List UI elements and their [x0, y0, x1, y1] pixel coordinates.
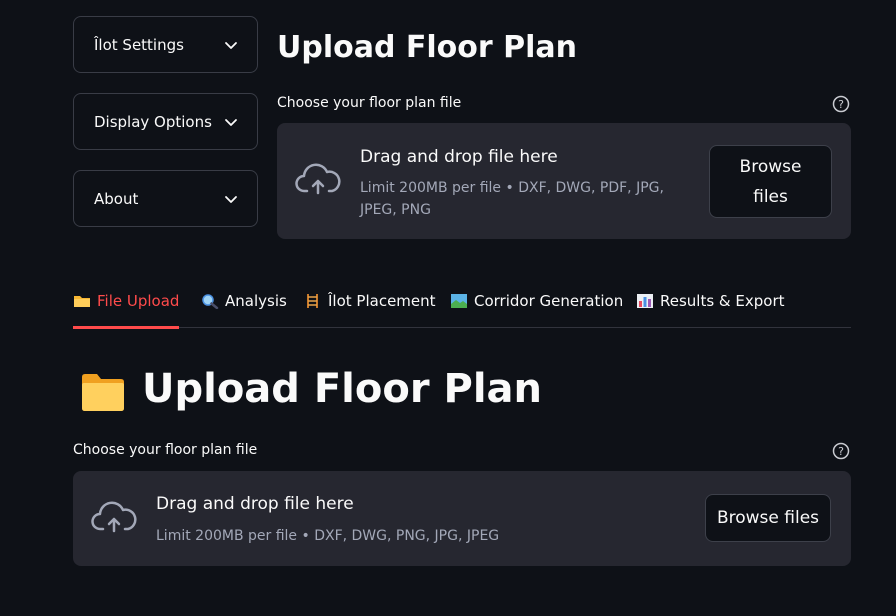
tab-label: File Upload: [97, 292, 180, 310]
section-title: Upload Floor Plan: [142, 366, 542, 412]
dropzone-limit-text: Limit 200MB per file • DXF, DWG, PNG, JP…: [156, 528, 500, 544]
expander-display-options[interactable]: Display Options: [73, 93, 258, 150]
bar-chart-icon: [637, 294, 653, 308]
tab-label: Results & Export: [660, 292, 785, 310]
dropzone-limit-text: Limit 200MB per file • DXF, DWG, PDF, JP…: [360, 180, 664, 218]
expander-label: Îlot Settings: [94, 35, 184, 54]
help-icon[interactable]: ?: [832, 442, 850, 460]
tab-label: Corridor Generation: [474, 292, 624, 310]
browse-files-button[interactable]: Browse files: [705, 494, 831, 542]
help-icon[interactable]: ?: [832, 95, 850, 113]
uploader-label: Choose your floor plan file: [73, 442, 258, 458]
cloud-upload-icon: [295, 163, 341, 195]
dropzone-title: Drag and drop file here: [156, 494, 354, 514]
tab-bar: File Upload Analysis Îlot Placement Corr…: [73, 284, 851, 329]
folder-icon: [82, 374, 124, 411]
browse-files-button[interactable]: Browse files: [709, 145, 832, 218]
expander-label: About: [94, 189, 139, 208]
svg-text:?: ?: [838, 445, 844, 458]
ladder-icon: [307, 294, 318, 308]
landscape-icon: [451, 294, 467, 308]
folder-icon: [74, 296, 90, 307]
cloud-upload-icon: [91, 501, 137, 533]
dropzone-title: Drag and drop file here: [360, 147, 558, 167]
tab-label: Îlot Placement: [328, 292, 436, 310]
tab-results-export[interactable]: Results & Export: [636, 284, 785, 328]
chevron-down-icon: [225, 41, 237, 49]
expander-about[interactable]: About: [73, 170, 258, 227]
uploader-label: Choose your floor plan file: [277, 95, 462, 111]
file-dropzone[interactable]: Drag and drop file here Limit 200MB per …: [73, 471, 851, 566]
tab-file-upload[interactable]: File Upload: [73, 284, 180, 329]
expander-label: Display Options: [94, 112, 212, 131]
tab-ilot-placement[interactable]: Îlot Placement: [304, 284, 436, 328]
svg-text:?: ?: [838, 98, 844, 111]
chevron-down-icon: [225, 118, 237, 126]
tab-label: Analysis: [225, 292, 287, 310]
magnifier-icon: [202, 294, 219, 309]
active-tab-indicator: [73, 326, 180, 329]
chevron-down-icon: [225, 195, 237, 203]
tab-analysis[interactable]: Analysis: [201, 284, 287, 328]
file-dropzone[interactable]: Drag and drop file here Limit 200MB per …: [277, 123, 851, 239]
page-title: Upload Floor Plan: [277, 30, 577, 65]
tab-corridor-generation[interactable]: Corridor Generation: [450, 284, 623, 328]
expander-ilot-settings[interactable]: Îlot Settings: [73, 16, 258, 73]
